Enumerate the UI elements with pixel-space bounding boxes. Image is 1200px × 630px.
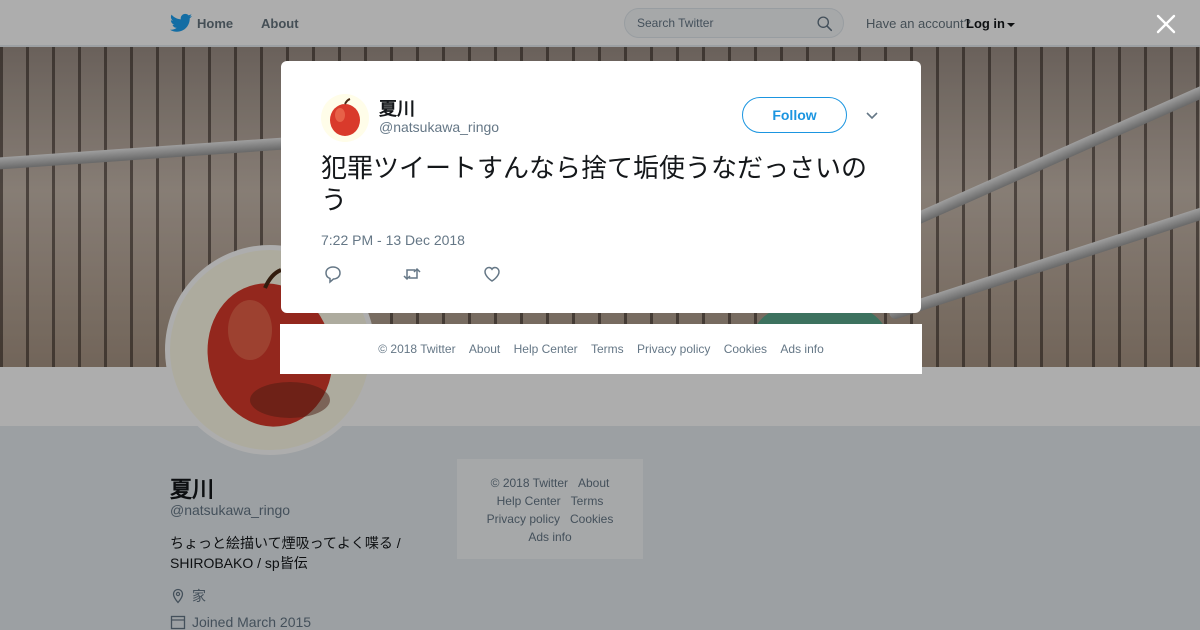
tweet-timestamp[interactable]: 7:22 PM - 13 Dec 2018 (321, 232, 465, 248)
tweet-author-name[interactable]: 夏川 (379, 95, 415, 121)
follow-button[interactable]: Follow (742, 97, 847, 133)
footer-cookies-link[interactable]: Cookies (724, 342, 767, 356)
tweet-text: 犯罪ツイートすんなら捨て垢使うなだっさいのう (321, 154, 868, 216)
close-icon[interactable] (1156, 14, 1176, 34)
footer-copyright: © 2018 Twitter (378, 342, 456, 356)
tweet-avatar[interactable] (321, 94, 369, 142)
heart-icon[interactable] (482, 264, 502, 284)
apple-avatar-image (330, 98, 360, 136)
footer-ads-link[interactable]: Ads info (780, 342, 823, 356)
tweet-permalink-modal: 夏川 @natsukawa_ringo Follow 犯罪ツイートすんなら捨て垢… (281, 61, 921, 313)
footer-about-link[interactable]: About (469, 342, 500, 356)
modal-footer: © 2018 Twitter About Help Center Terms P… (280, 324, 922, 374)
tweet-author-handle[interactable]: @natsukawa_ringo (379, 119, 499, 135)
chevron-down-icon[interactable] (865, 108, 879, 122)
footer-privacy-link[interactable]: Privacy policy (637, 342, 710, 356)
reply-icon[interactable] (323, 264, 343, 284)
footer-help-link[interactable]: Help Center (514, 342, 578, 356)
retweet-icon[interactable] (402, 264, 422, 284)
footer-terms-link[interactable]: Terms (591, 342, 624, 356)
